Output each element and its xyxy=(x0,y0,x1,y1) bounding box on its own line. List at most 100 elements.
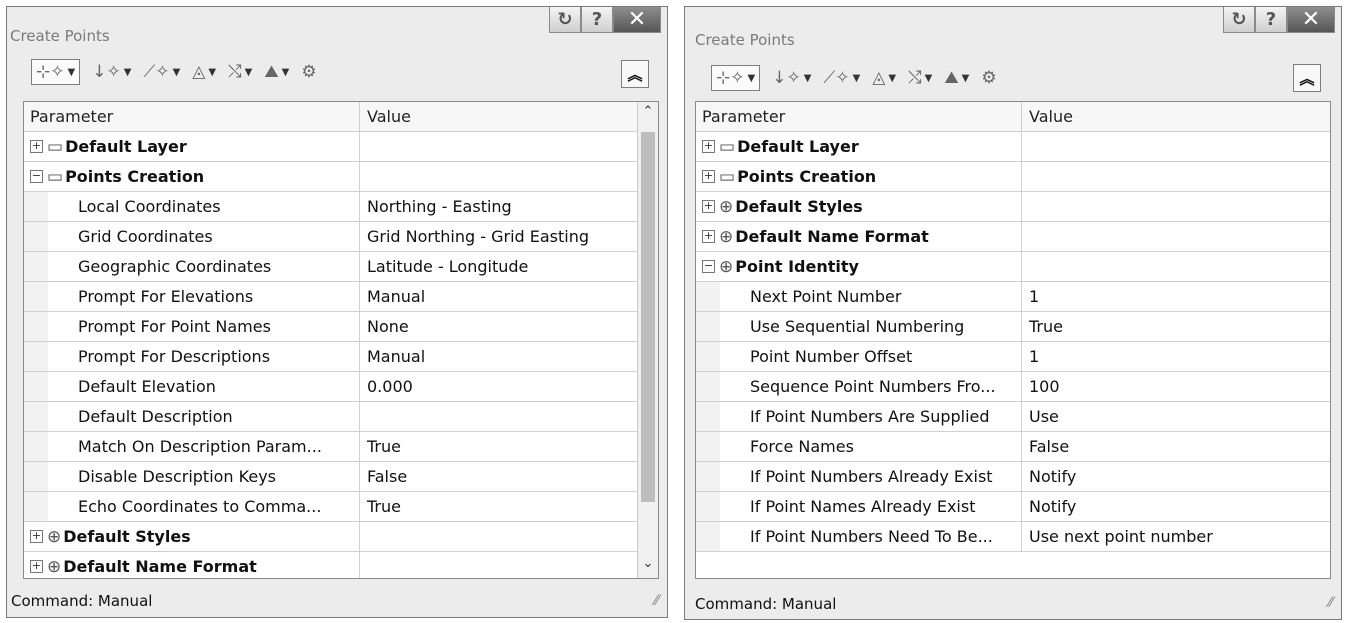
scroll-up-icon[interactable]: ⌃ xyxy=(638,104,658,124)
value-cell[interactable]: True xyxy=(1022,312,1330,341)
property-row[interactable]: Prompt For Descriptions Manual xyxy=(24,342,658,372)
parameter-cell: If Point Numbers Are Supplied xyxy=(720,402,1022,431)
property-row[interactable]: Echo Coordinates to Comma... True xyxy=(24,492,658,522)
value-cell[interactable]: Manual xyxy=(360,282,658,311)
expand-node-icon[interactable]: + xyxy=(30,140,43,153)
point-creation-tool-button[interactable]: ⊹✧ ▼ xyxy=(31,59,81,85)
value-cell[interactable]: Northing - Easting xyxy=(360,192,658,221)
expand-node-icon[interactable]: + xyxy=(702,140,715,153)
collapse-node-icon[interactable]: − xyxy=(30,170,43,183)
property-row[interactable]: Use Sequential Numbering True xyxy=(696,312,1330,342)
info-button[interactable]: ↻ xyxy=(1223,7,1255,33)
category-row[interactable]: + ▭ Default Layer xyxy=(24,132,658,162)
property-row[interactable]: Default Elevation 0.000 xyxy=(24,372,658,402)
point-interpolation-tool-button[interactable]: ⟋✧ ▼ xyxy=(143,62,180,82)
category-row[interactable]: + ⊕ Default Styles xyxy=(696,192,1330,222)
property-row[interactable]: Match On Description Param... True xyxy=(24,432,658,462)
point-interpolation-icon: ⟋✧ xyxy=(143,62,170,82)
value-cell xyxy=(1022,252,1330,281)
value-cell[interactable]: Manual xyxy=(360,342,658,371)
vertical-scrollbar[interactable]: ⌃ ⌄ xyxy=(637,102,658,578)
property-row[interactable]: Grid Coordinates Grid Northing - Grid Eas… xyxy=(24,222,658,252)
scroll-thumb[interactable] xyxy=(641,132,655,502)
point-intersection-tool-button[interactable]: ⤭ ▼ xyxy=(908,68,932,88)
property-row[interactable]: Next Point Number 1 xyxy=(696,282,1330,312)
expand-node-icon[interactable]: + xyxy=(30,530,43,543)
property-row[interactable]: Prompt For Elevations Manual xyxy=(24,282,658,312)
value-cell[interactable]: None xyxy=(360,312,658,341)
category-row[interactable]: + ⊕ Default Styles xyxy=(24,522,658,552)
info-button[interactable]: ↻ xyxy=(549,7,581,33)
value-cell[interactable]: 1 xyxy=(1022,342,1330,371)
category-row[interactable]: − ▭ Points Creation xyxy=(24,162,658,192)
point-slope-tool-button[interactable]: ◬ ▼ xyxy=(872,68,896,88)
value-cell[interactable]: False xyxy=(360,462,658,491)
point-surface-tool-button[interactable]: ⛰ ▼ xyxy=(944,68,969,88)
property-row[interactable]: Local Coordinates Northing - Easting xyxy=(24,192,658,222)
property-row[interactable]: Force Names False xyxy=(696,432,1330,462)
parameter-cell: Prompt For Point Names xyxy=(48,312,360,341)
parameter-column-header[interactable]: Parameter xyxy=(24,102,360,131)
expand-node-icon[interactable]: + xyxy=(702,230,715,243)
value-cell[interactable] xyxy=(360,402,658,431)
category-row[interactable]: − ⊕ Point Identity xyxy=(696,252,1330,282)
value-cell[interactable]: True xyxy=(360,492,658,521)
help-button[interactable]: ? xyxy=(581,7,613,33)
category-row[interactable]: + ▭ Default Layer xyxy=(696,132,1330,162)
value-cell[interactable]: 100 xyxy=(1022,372,1330,401)
point-surface-tool-button[interactable]: ⛰ ▼ xyxy=(264,62,289,82)
scroll-down-icon[interactable]: ⌄ xyxy=(638,556,658,576)
category-row[interactable]: + ⊕ Default Name Format xyxy=(24,552,658,578)
point-creation-tool-button[interactable]: ⊹✧ ▼ xyxy=(711,65,761,91)
row-margin xyxy=(24,252,48,281)
property-row[interactable]: Sequence Point Numbers Fro... 100 xyxy=(696,372,1330,402)
close-button[interactable]: ✕ xyxy=(1287,7,1335,33)
resize-grip-icon[interactable]: ⁄⁄ xyxy=(1328,595,1333,611)
value-cell[interactable]: 0.000 xyxy=(360,372,658,401)
point-intersection-tool-button[interactable]: ⤭ ▼ xyxy=(228,62,252,82)
point-settings-tool-button[interactable]: ⚙ xyxy=(301,62,316,82)
parameter-label: Match On Description Param... xyxy=(78,437,322,456)
value-cell[interactable]: Latitude - Longitude xyxy=(360,252,658,281)
collapse-button[interactable]: ︽ xyxy=(1293,64,1321,92)
point-icon: ⊕ xyxy=(47,556,62,577)
resize-grip-icon[interactable]: ⁄⁄ xyxy=(654,593,659,609)
value-column-header[interactable]: Value xyxy=(1022,102,1330,131)
point-interpolation-tool-button[interactable]: ⟋✧ ▼ xyxy=(823,68,860,88)
expand-node-icon[interactable]: + xyxy=(702,170,715,183)
expand-node-icon[interactable]: + xyxy=(30,560,43,573)
point-insert-tool-button[interactable]: ↓✧ ▼ xyxy=(92,62,131,82)
parameter-cell: Prompt For Descriptions xyxy=(48,342,360,371)
value-cell[interactable]: Use xyxy=(1022,402,1330,431)
value-cell[interactable]: True xyxy=(360,432,658,461)
property-row[interactable]: Point Number Offset 1 xyxy=(696,342,1330,372)
property-row[interactable]: If Point Numbers Are Supplied Use xyxy=(696,402,1330,432)
category-row[interactable]: + ▭ Points Creation xyxy=(696,162,1330,192)
value-cell[interactable]: Notify xyxy=(1022,492,1330,521)
property-row[interactable]: Geographic Coordinates Latitude - Longitu… xyxy=(24,252,658,282)
property-row[interactable]: Prompt For Point Names None xyxy=(24,312,658,342)
row-margin xyxy=(24,402,48,431)
property-row[interactable]: Default Description xyxy=(24,402,658,432)
category-row[interactable]: + ⊕ Default Name Format xyxy=(696,222,1330,252)
property-row[interactable]: Disable Description Keys False xyxy=(24,462,658,492)
point-settings-tool-button[interactable]: ⚙ xyxy=(981,68,996,88)
property-row[interactable]: If Point Numbers Need To Be... Use next p… xyxy=(696,522,1330,552)
property-row[interactable]: If Point Names Already Exist Notify xyxy=(696,492,1330,522)
value-cell[interactable]: Notify xyxy=(1022,462,1330,491)
help-button[interactable]: ? xyxy=(1255,7,1287,33)
property-row[interactable]: If Point Numbers Already Exist Notify xyxy=(696,462,1330,492)
value-cell[interactable]: Use next point number xyxy=(1022,522,1330,551)
parameter-column-header[interactable]: Parameter xyxy=(696,102,1022,131)
value-cell[interactable]: Grid Northing - Grid Easting xyxy=(360,222,658,251)
collapse-button[interactable]: ︽ xyxy=(621,60,649,88)
expand-node-icon[interactable]: + xyxy=(702,200,715,213)
collapse-node-icon[interactable]: − xyxy=(702,260,715,273)
status-bar: Command: Manual xyxy=(695,595,837,613)
value-cell[interactable]: 1 xyxy=(1022,282,1330,311)
value-cell[interactable]: False xyxy=(1022,432,1330,461)
point-slope-tool-button[interactable]: ◬ ▼ xyxy=(192,62,216,82)
close-button[interactable]: ✕ xyxy=(613,7,661,33)
point-insert-tool-button[interactable]: ↓✧ ▼ xyxy=(772,68,811,88)
value-column-header[interactable]: Value xyxy=(360,102,658,131)
